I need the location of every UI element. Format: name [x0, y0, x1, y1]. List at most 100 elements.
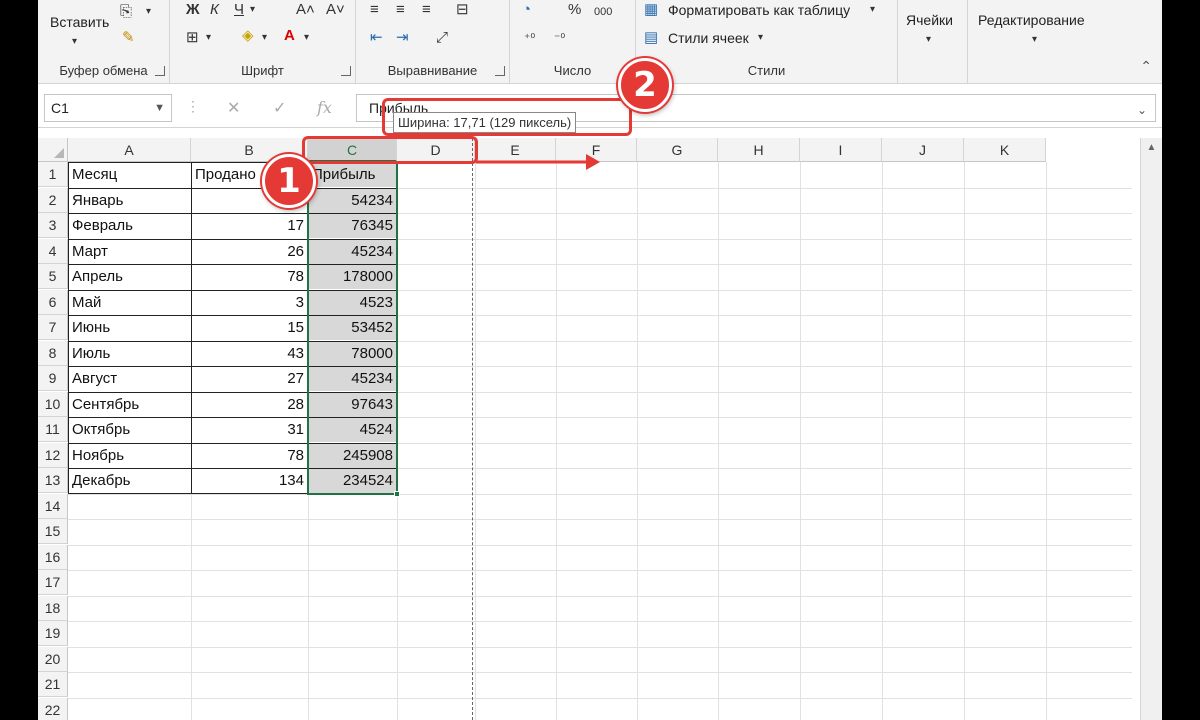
row-header-19[interactable]: 19 [38, 621, 68, 646]
cells-button[interactable]: Ячейки [906, 12, 953, 28]
paste-dropdown-icon[interactable]: ▾ [72, 34, 77, 50]
row-header-6[interactable]: 6 [38, 289, 68, 315]
cell-styles-button[interactable]: Стили ячеек [668, 30, 749, 46]
cancel-icon[interactable]: ✕ [227, 98, 240, 118]
font-launcher-icon[interactable] [341, 66, 351, 76]
table-cell[interactable]: 17 [191, 213, 308, 238]
table-cell[interactable]: Ноябрь [68, 443, 191, 468]
decrease-indent-icon[interactable]: ⇤ [370, 30, 383, 46]
row-header-12[interactable]: 12 [38, 442, 68, 468]
row-header-20[interactable]: 20 [38, 646, 68, 672]
cell-styles-icon[interactable]: ▤ [644, 30, 658, 46]
cells-dropdown-icon[interactable]: ▾ [926, 32, 931, 48]
wrap-text-icon[interactable]: ⊟ [456, 2, 469, 18]
table-cell[interactable]: Март [68, 239, 191, 264]
table-cell[interactable]: Май [68, 290, 191, 315]
table-cell[interactable]: Июль [68, 341, 191, 366]
column-header-a[interactable]: A [68, 138, 191, 162]
comma-style-button[interactable]: 000 [594, 4, 612, 20]
table-cell[interactable]: 26 [191, 239, 308, 264]
percent-button[interactable]: % [568, 2, 581, 18]
table-cell[interactable]: Январь [68, 188, 191, 213]
table-cell[interactable]: Декабрь [68, 468, 191, 493]
copy-dropdown-icon[interactable]: ▾ [146, 4, 151, 20]
table-cell[interactable]: Октябрь [68, 417, 191, 442]
row-header-16[interactable]: 16 [38, 544, 68, 570]
row-header-21[interactable]: 21 [38, 672, 68, 697]
table-cell[interactable]: 15 [191, 315, 308, 340]
column-header-k[interactable]: K [964, 138, 1046, 162]
format-as-table-dropdown-icon[interactable]: ▾ [870, 2, 875, 18]
format-painter-icon[interactable]: ✎ [122, 30, 135, 46]
table-cell[interactable]: 4524 [308, 417, 397, 442]
select-all-corner[interactable] [38, 138, 68, 162]
table-cell[interactable]: 78 [191, 264, 308, 289]
increase-font-icon[interactable]: A˄ [296, 2, 315, 18]
format-as-table-button[interactable]: Форматировать как таблицу [668, 2, 850, 18]
table-cell[interactable]: 27 [191, 366, 308, 391]
font-color-dropdown-icon[interactable]: ▾ [304, 30, 309, 46]
increase-decimal-icon[interactable]: ⁺⁰ [524, 30, 535, 46]
underline-button[interactable]: Ч [234, 2, 244, 18]
align-top-icon[interactable]: ≡ [370, 2, 379, 18]
column-header-i[interactable]: I [800, 138, 882, 162]
worksheet-grid[interactable]: ABCDEFGHIJK 1 2 3 4 5 6 7 8 9 10 11 12 13 14 15 16 17 18 1… [38, 138, 1162, 720]
row-header-10[interactable]: 10 [38, 391, 68, 417]
row-header-4[interactable]: 4 [38, 238, 68, 264]
row-header-11[interactable]: 11 [38, 417, 68, 442]
decrease-decimal-icon[interactable]: ⁻⁰ [554, 30, 565, 46]
row-header-3[interactable]: 3 [38, 213, 68, 238]
table-cell[interactable]: Февраль [68, 213, 191, 238]
align-bottom-icon[interactable]: ≡ [422, 2, 431, 18]
row-header-1[interactable]: 1 [38, 162, 68, 187]
scroll-up-icon[interactable]: ▲ [1141, 142, 1162, 160]
table-cell[interactable]: 4523 [308, 289, 397, 315]
table-cell[interactable]: 78000 [308, 340, 397, 366]
editing-button[interactable]: Редактирование [978, 12, 1085, 28]
name-box-dropdown-icon[interactable]: ▼ [154, 95, 165, 121]
table-cell[interactable]: 43 [191, 341, 308, 366]
table-cell[interactable]: 76345 [308, 213, 397, 238]
header-cell[interactable]: Месяц [68, 162, 191, 187]
editing-dropdown-icon[interactable]: ▾ [1032, 32, 1037, 48]
borders-dropdown-icon[interactable]: ▾ [206, 30, 211, 46]
table-cell[interactable]: Апрель [68, 264, 191, 289]
row-header-7[interactable]: 7 [38, 315, 68, 340]
name-box[interactable]: C1 ▼ [44, 94, 172, 122]
enter-icon[interactable]: ✓ [273, 98, 286, 118]
italic-button[interactable]: К [210, 2, 219, 18]
table-cell[interactable]: Август [68, 366, 191, 391]
table-cell[interactable]: 45234 [308, 366, 397, 391]
decrease-font-icon[interactable]: A˅ [326, 2, 345, 18]
row-header-14[interactable]: 14 [38, 493, 68, 519]
row-header-18[interactable]: 18 [38, 595, 68, 621]
table-cell[interactable]: 78 [191, 443, 308, 468]
table-cell[interactable]: 31 [191, 417, 308, 442]
orientation-icon[interactable]: ⤢ [436, 30, 448, 46]
align-middle-icon[interactable]: ≡ [396, 2, 405, 18]
copy-icon[interactable]: ⎘ [120, 4, 132, 20]
table-cell[interactable]: 178000 [308, 264, 397, 289]
underline-dropdown-icon[interactable]: ▾ [250, 2, 255, 18]
column-header-d[interactable]: D [397, 138, 475, 162]
paste-button[interactable]: Вставить [50, 14, 109, 30]
column-header-c[interactable]: C [308, 138, 397, 162]
table-cell[interactable]: 45234 [308, 238, 397, 264]
fill-color-icon[interactable]: ◈ [242, 28, 254, 44]
row-header-22[interactable]: 22 [38, 697, 68, 720]
font-color-icon[interactable]: A [284, 28, 295, 44]
format-as-table-icon[interactable]: ▦ [644, 2, 658, 18]
column-header-g[interactable]: G [637, 138, 718, 162]
table-cell[interactable]: 3 [191, 290, 308, 315]
row-header-17[interactable]: 17 [38, 570, 68, 595]
column-header-h[interactable]: H [718, 138, 800, 162]
row-header-5[interactable]: 5 [38, 264, 68, 289]
fill-handle[interactable] [394, 490, 400, 497]
clipboard-launcher-icon[interactable] [155, 66, 165, 76]
row-header-13[interactable]: 13 [38, 468, 68, 493]
table-cell[interactable]: 234524 [308, 468, 397, 493]
table-cell[interactable]: Июнь [68, 315, 191, 340]
table-cell[interactable]: 53452 [308, 315, 397, 340]
fill-dropdown-icon[interactable]: ▾ [262, 30, 267, 46]
table-cell[interactable]: 245908 [308, 442, 397, 468]
